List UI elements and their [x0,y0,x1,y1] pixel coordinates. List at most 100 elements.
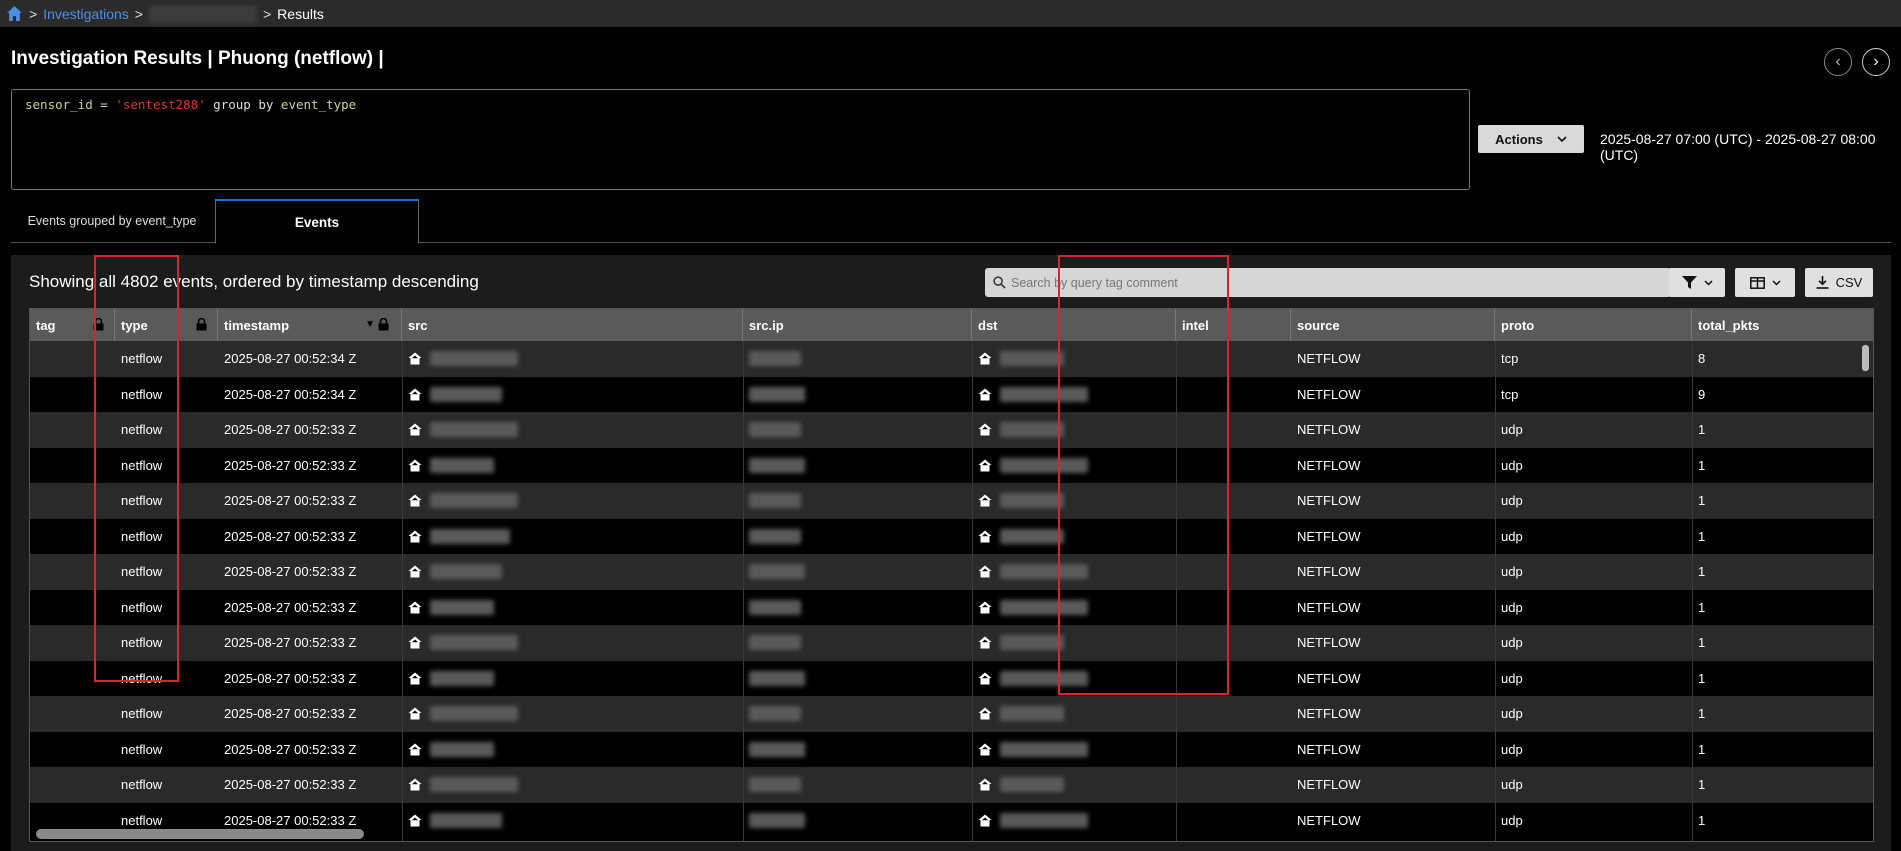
cell-dst[interactable] [972,483,1176,519]
lock-icon[interactable] [378,318,389,331]
cell-dst[interactable] [972,377,1176,413]
cell-src-ip[interactable] [743,554,972,590]
search-input[interactable]: Search by query tag comment [985,268,1671,297]
table-row[interactable]: netflow 2025-08-27 00:52:33 Z NETFLOW udp 1 [30,767,1873,803]
table-row[interactable]: netflow 2025-08-27 00:52:33 Z NETFLOW udp 1 [30,518,1873,555]
cell-dst[interactable] [972,341,1176,377]
cell-tag [30,448,115,484]
cell-dst[interactable] [972,696,1176,732]
cell-src[interactable] [402,732,743,768]
cell-src[interactable] [402,554,743,590]
cell-dst[interactable] [972,767,1176,803]
filter-button[interactable] [1669,268,1725,297]
table-row[interactable]: netflow 2025-08-27 00:52:33 Z NETFLOW udp 1 [30,554,1873,590]
cell-src[interactable] [402,696,743,732]
breadcrumb-redacted-item[interactable] [148,4,257,23]
cell-dst[interactable] [972,590,1176,626]
column-header-src[interactable]: src [402,309,743,341]
cell-src-ip[interactable] [743,625,972,661]
column-header-type[interactable]: type [115,309,218,341]
cell-intel [1176,554,1291,590]
cell-src[interactable] [402,377,743,413]
cell-src-ip[interactable] [743,448,972,484]
home-icon[interactable] [6,5,23,22]
table-row[interactable]: netflow 2025-08-27 00:52:33 Z NETFLOW udp 1 [30,731,1873,768]
column-header-proto[interactable]: proto [1495,309,1692,341]
cell-src-ip[interactable] [743,767,972,803]
redacted-value [749,812,805,828]
table-row[interactable]: netflow 2025-08-27 00:52:33 Z NETFLOW udp 1 [30,447,1873,484]
table-row[interactable]: netflow 2025-08-27 00:52:33 Z NETFLOW udp 1 [30,696,1873,732]
table-row[interactable]: netflow 2025-08-27 00:52:34 Z NETFLOW tcp 8 [30,341,1873,377]
home-network-icon [408,672,422,685]
column-header-source[interactable]: source [1291,309,1495,341]
column-header-timestamp[interactable]: timestamp ▼ [218,309,402,341]
table-row[interactable]: netflow 2025-08-27 00:52:33 Z NETFLOW udp 1 [30,483,1873,519]
next-button[interactable]: › [1862,48,1890,76]
cell-src-ip[interactable] [743,803,972,839]
redacted-value [1000,351,1064,367]
cell-src-ip[interactable] [743,341,972,377]
column-header-total-pkts[interactable]: total_pkts [1692,309,1873,341]
cell-src-ip[interactable] [743,377,972,413]
cell-src-ip[interactable] [743,590,972,626]
tab-events[interactable]: Events [215,199,419,244]
cell-src[interactable] [402,590,743,626]
cell-src-ip[interactable] [743,519,972,555]
cell-dst[interactable] [972,519,1176,555]
cell-source: NETFLOW [1297,635,1361,651]
cell-src[interactable] [402,448,743,484]
query-editor[interactable]: sensor_id = 'sentest288' group by event_… [11,89,1470,190]
cell-src[interactable] [402,412,743,448]
cell-src[interactable] [402,483,743,519]
sort-desc-icon[interactable]: ▼ [365,319,375,330]
vertical-scrollbar[interactable] [1862,345,1869,371]
cell-src[interactable] [402,341,743,377]
redacted-value [749,777,801,793]
table-row[interactable]: netflow 2025-08-27 00:52:33 Z NETFLOW udp 1 [30,660,1873,697]
cell-dst[interactable] [972,803,1176,839]
tab-events-grouped[interactable]: Events grouped by event_type [11,199,213,243]
lock-icon[interactable] [93,318,104,331]
actions-label: Actions [1495,131,1543,147]
column-header-dst[interactable]: dst [972,309,1176,341]
cell-src-ip[interactable] [743,696,972,732]
cell-dst[interactable] [972,412,1176,448]
table-row[interactable]: netflow 2025-08-27 00:52:34 Z NETFLOW tcp 9 [30,376,1873,413]
cell-src[interactable] [402,519,743,555]
cell-intel [1176,448,1291,484]
cell-dst[interactable] [972,732,1176,768]
home-network-icon [408,814,422,827]
table-row[interactable]: netflow 2025-08-27 00:52:33 Z NETFLOW udp 1 [30,589,1873,626]
previous-button[interactable]: ‹ [1824,48,1852,76]
horizontal-scrollbar[interactable] [36,829,364,839]
cell-dst[interactable] [972,554,1176,590]
column-header-tag[interactable]: tag [30,309,115,341]
cell-src-ip[interactable] [743,661,972,697]
columns-button[interactable] [1735,268,1795,297]
table-row[interactable]: netflow 2025-08-27 00:52:33 Z NETFLOW udp 1 [30,412,1873,448]
cell-src[interactable] [402,803,743,839]
home-network-icon [978,388,992,401]
cell-intel [1176,661,1291,697]
cell-dst[interactable] [972,661,1176,697]
cell-src-ip[interactable] [743,412,972,448]
cell-src[interactable] [402,767,743,803]
cell-dst[interactable] [972,448,1176,484]
cell-src-ip[interactable] [743,483,972,519]
cell-dst[interactable] [972,625,1176,661]
lock-icon[interactable] [196,318,207,331]
filter-icon [1681,276,1697,289]
column-header-intel[interactable]: intel [1176,309,1291,341]
actions-button[interactable]: Actions [1478,125,1584,153]
column-header-src-ip[interactable]: src.ip [743,309,972,341]
cell-source: NETFLOW [1297,599,1361,615]
table-row[interactable]: netflow 2025-08-27 00:52:33 Z NETFLOW udp 1 [30,625,1873,661]
cell-src[interactable] [402,625,743,661]
cell-src-ip[interactable] [743,732,972,768]
home-network-icon [978,814,992,827]
cell-total-pkts: 1 [1698,422,1706,438]
breadcrumb-investigations-link[interactable]: Investigations [43,6,129,22]
csv-export-button[interactable]: CSV [1805,268,1873,297]
cell-src[interactable] [402,661,743,697]
